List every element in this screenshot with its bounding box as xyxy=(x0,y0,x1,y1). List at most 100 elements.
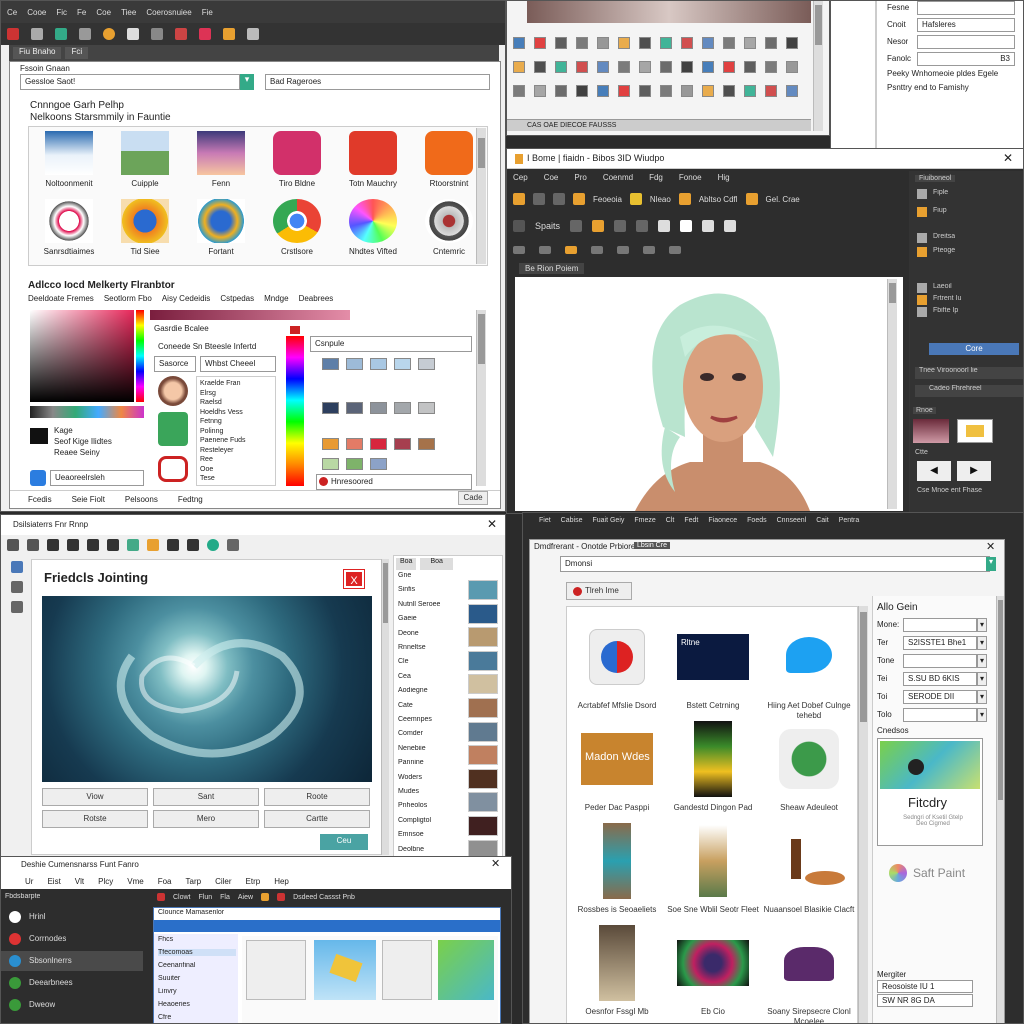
door-thumbnail[interactable] xyxy=(603,823,631,899)
clouds-icon[interactable] xyxy=(45,131,93,175)
info-field[interactable]: SERODE DII xyxy=(903,690,977,704)
swirl-logo-icon[interactable] xyxy=(197,199,245,243)
dialog-scrollbar[interactable] xyxy=(813,1,823,131)
menu-item[interactable]: Coe xyxy=(544,173,559,182)
image-icon[interactable] xyxy=(11,601,23,613)
image-icon[interactable] xyxy=(157,893,165,901)
tag-icon[interactable] xyxy=(199,28,211,40)
toolbar-item[interactable]: Aiew xyxy=(238,894,253,901)
toolbar-icon[interactable] xyxy=(786,85,798,97)
list-item[interactable]: Sinfis xyxy=(398,586,415,593)
menu-item[interactable]: Coenmd xyxy=(603,173,633,182)
menu-item[interactable]: Cep xyxy=(513,173,528,182)
footer-item[interactable]: Seie Fiolt xyxy=(72,495,105,504)
plus-icon[interactable] xyxy=(553,193,565,205)
menu-item[interactable]: Vme xyxy=(127,877,143,886)
toolbar-icon[interactable] xyxy=(534,61,546,73)
tint-dropdown[interactable]: Csnpule xyxy=(310,336,472,352)
footer-item[interactable]: Fedtng xyxy=(178,495,203,504)
list-item[interactable]: Mudes xyxy=(398,788,419,795)
menu-item[interactable]: Fe xyxy=(77,8,86,17)
bird-thumbnail[interactable] xyxy=(774,627,844,687)
window-icon[interactable] xyxy=(724,220,737,232)
toolbar-icon[interactable] xyxy=(660,37,672,49)
layer-icon[interactable] xyxy=(617,246,629,254)
info-field[interactable]: SW NR 8G DA xyxy=(877,994,973,1007)
menu-item[interactable]: Foeds xyxy=(747,517,766,524)
toolbar-icon[interactable] xyxy=(618,61,630,73)
chevron-down-icon[interactable]: ▾ xyxy=(977,636,987,650)
layer-icon[interactable] xyxy=(643,246,655,254)
list-item[interactable]: Fetnng xyxy=(200,417,272,427)
footer-item[interactable]: Pelsoons xyxy=(125,495,158,504)
menu-item[interactable]: Plcy xyxy=(98,877,113,886)
panel-scrollbar[interactable] xyxy=(996,596,1004,1023)
toolbar-icon[interactable] xyxy=(534,85,546,97)
save-icon[interactable] xyxy=(55,28,67,40)
menu-item[interactable]: Clt xyxy=(666,517,675,524)
action-button[interactable]: Mero xyxy=(153,810,259,828)
sunset-icon[interactable] xyxy=(197,131,245,175)
toolbar-icon[interactable] xyxy=(744,85,756,97)
canvas-scrollbar[interactable] xyxy=(887,279,897,509)
link-icon[interactable] xyxy=(247,28,259,40)
close-icon[interactable]: ✕ xyxy=(487,517,497,531)
color-swatch[interactable] xyxy=(418,438,435,450)
action-button[interactable]: Viow xyxy=(42,788,148,806)
chevron-down-icon[interactable]: ▾ xyxy=(977,690,987,704)
list-item[interactable]: Nutnll Seroee xyxy=(398,601,440,608)
list-item[interactable]: Cate xyxy=(398,702,413,709)
list-item[interactable]: Pannine xyxy=(398,759,424,766)
color-swatch[interactable] xyxy=(322,358,339,370)
drinks-thumbnail[interactable] xyxy=(771,831,847,891)
blue-tool-icon[interactable] xyxy=(30,470,46,486)
action-button[interactable]: Roote xyxy=(264,788,370,806)
arrow-icon[interactable] xyxy=(27,539,39,551)
undo-icon[interactable] xyxy=(151,28,163,40)
toolbar-icon[interactable] xyxy=(660,85,672,97)
list-item[interactable]: Hoeldhs Vess xyxy=(200,408,272,418)
next-button[interactable]: ▶ xyxy=(957,461,991,481)
grid-scrollbar[interactable] xyxy=(858,606,868,1023)
menu-item[interactable]: Fdg xyxy=(649,173,663,182)
panel-item[interactable]: Dreitsa xyxy=(933,233,955,240)
panel-item[interactable]: Pteoge xyxy=(933,247,955,254)
property-field[interactable]: B3 xyxy=(917,52,1015,66)
picker-tab[interactable]: Deabrees xyxy=(299,294,334,308)
heart-logo-icon[interactable] xyxy=(273,131,321,175)
list-item[interactable]: Suuiter xyxy=(158,975,236,982)
list-item[interactable]: Woders xyxy=(398,774,422,781)
toolbar-icon[interactable] xyxy=(681,85,693,97)
toolbar-icon[interactable] xyxy=(513,37,525,49)
list-item[interactable]: Fhcs xyxy=(158,936,236,943)
toolbar-icon[interactable] xyxy=(513,61,525,73)
menu-item[interactable]: Fie xyxy=(202,8,213,17)
list-item[interactable]: Kraelde Fran xyxy=(200,379,272,389)
panel-item[interactable]: Frtrent Iu xyxy=(933,295,961,302)
action-button[interactable]: Cartte xyxy=(264,810,370,828)
list-item[interactable]: Cle xyxy=(398,658,409,665)
list-item[interactable]: Ceemnpes xyxy=(398,716,432,723)
toolbar-icon[interactable] xyxy=(660,61,672,73)
doc-icon[interactable] xyxy=(107,539,119,551)
layer-icon[interactable] xyxy=(591,246,603,254)
list-item[interactable]: Raelsd xyxy=(200,398,272,408)
toolbar-icon[interactable] xyxy=(681,61,693,73)
color-swatch[interactable] xyxy=(346,458,363,470)
blob-thumbnail[interactable] xyxy=(770,933,848,993)
thumb-folder[interactable] xyxy=(957,419,993,443)
color-swatch[interactable] xyxy=(322,458,339,470)
list-thumbnail[interactable] xyxy=(468,816,498,836)
toolbar-icon[interactable] xyxy=(681,37,693,49)
picker-tab[interactable]: Aisy Cedeidis xyxy=(162,294,210,308)
color-swatch[interactable] xyxy=(370,438,387,450)
tree-thumbnail[interactable] xyxy=(599,925,635,1001)
hue-slider[interactable] xyxy=(136,310,144,402)
glow-thumbnail[interactable] xyxy=(677,940,749,986)
menu-item[interactable]: Cooe xyxy=(27,8,46,17)
info-field[interactable] xyxy=(903,618,977,632)
color-swatch[interactable] xyxy=(370,358,387,370)
toolbar-icon[interactable] xyxy=(786,37,798,49)
menu-item[interactable]: Fiaonece xyxy=(708,517,737,524)
spectrum-bar[interactable] xyxy=(286,336,304,486)
